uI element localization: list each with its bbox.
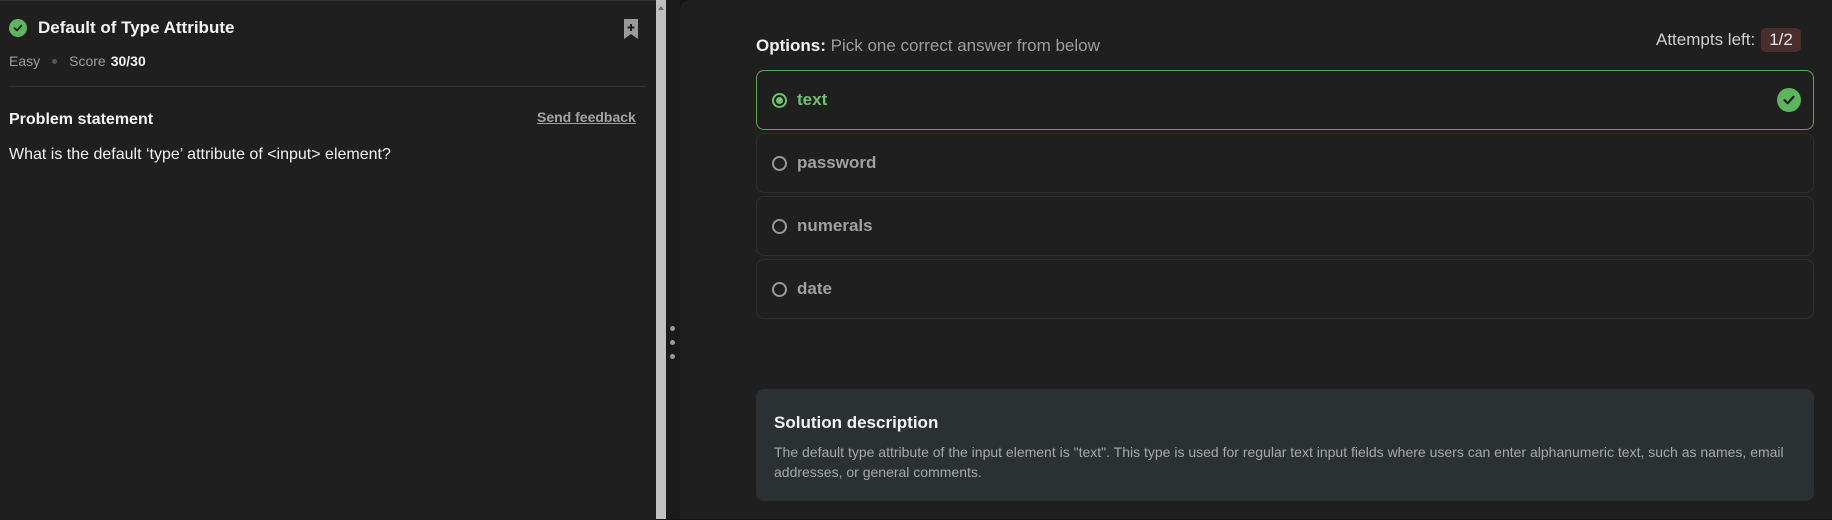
- problem-panel: Default of Type Attribute Easy Score 30/…: [0, 0, 656, 520]
- panel-scrollbar[interactable]: [656, 0, 666, 519]
- option-date[interactable]: date: [756, 259, 1814, 319]
- send-feedback-link[interactable]: Send feedback: [537, 109, 636, 125]
- drag-handle-icon[interactable]: [669, 326, 677, 366]
- option-numerals[interactable]: numerals: [756, 196, 1814, 256]
- option-password[interactable]: password: [756, 133, 1814, 193]
- solution-title: Solution description: [774, 413, 939, 432]
- radio-icon[interactable]: [772, 218, 787, 234]
- bookmark-add-icon[interactable]: [622, 18, 640, 40]
- radio-icon[interactable]: [772, 281, 787, 297]
- score-label: Score: [69, 53, 106, 69]
- divider: [9, 86, 645, 87]
- option-label: password: [797, 153, 877, 172]
- problem-statement-heading: Problem statement: [9, 111, 154, 128]
- option-text[interactable]: text: [756, 70, 1814, 130]
- panel-resizer[interactable]: [666, 0, 680, 519]
- options-label-instruction: Pick one correct answer from below: [825, 36, 1100, 55]
- option-label: text: [797, 90, 828, 109]
- scroll-up-arrow-icon[interactable]: [658, 6, 664, 10]
- problem-meta: Easy Score 30/30: [9, 53, 146, 69]
- options-label-bold: Options:: [756, 36, 826, 55]
- attempts-label: Attempts left:: [1656, 30, 1756, 49]
- score-value: 30/30: [110, 53, 146, 69]
- solution-description: Solution description The default type at…: [756, 389, 1814, 501]
- problem-statement-text: What is the default ‘type’ attribute of …: [9, 146, 391, 163]
- problem-title-row: Default of Type Attribute: [9, 18, 234, 38]
- radio-icon[interactable]: [772, 155, 787, 171]
- options-panel: Options: Pick one correct answer from be…: [680, 0, 1832, 519]
- solution-text: The default type attribute of the input …: [774, 444, 1784, 480]
- attempts-badge: 1/2: [1761, 28, 1801, 52]
- attempts-left: Attempts left: 1/2: [1656, 28, 1801, 52]
- solved-check-icon: [9, 19, 27, 37]
- options-label: Options: Pick one correct answer from be…: [756, 36, 1100, 56]
- radio-selected-icon[interactable]: [772, 92, 787, 108]
- problem-title: Default of Type Attribute: [38, 18, 235, 37]
- meta-separator-dot: [52, 58, 58, 64]
- option-label: numerals: [797, 216, 873, 235]
- option-label: date: [797, 279, 832, 298]
- difficulty-label: Easy: [9, 53, 41, 69]
- check-circle-icon: [1777, 88, 1801, 112]
